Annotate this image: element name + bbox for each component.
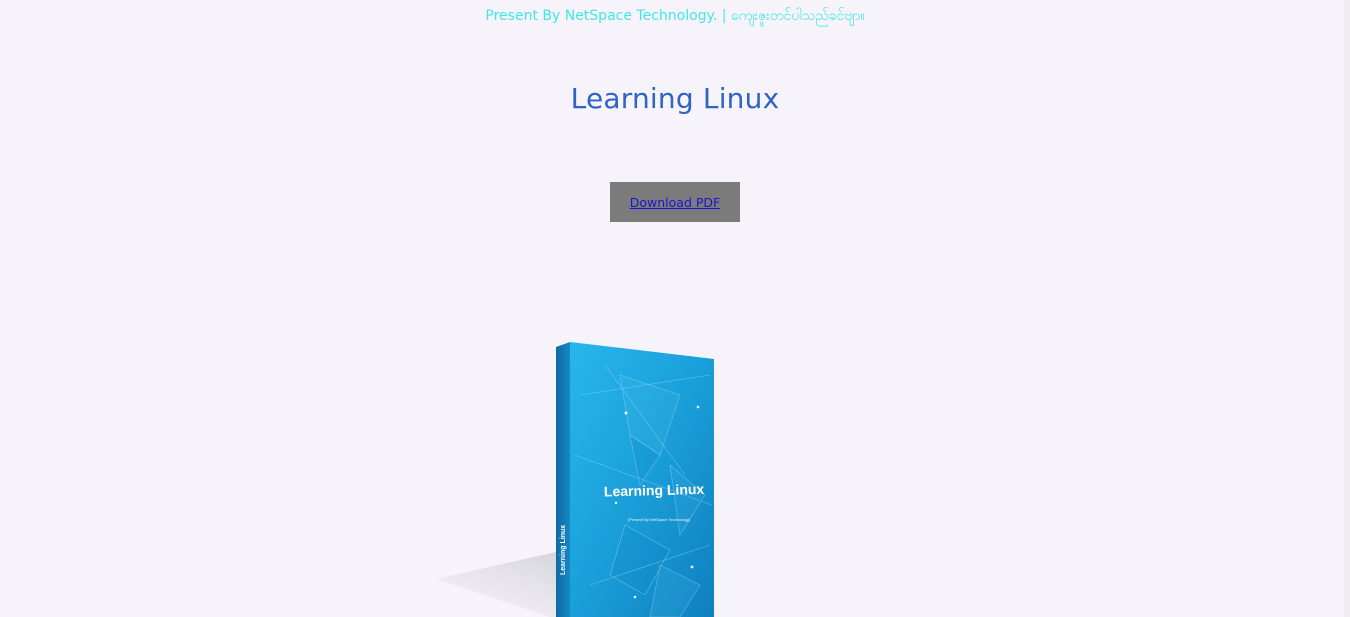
cover-title: Learning Linux — [604, 481, 705, 500]
spine-title: Learning Linux — [560, 525, 567, 575]
download-button[interactable]: Download PDF — [610, 182, 740, 222]
page-title: Learning Linux — [570, 82, 780, 115]
download-pdf-link[interactable]: Download PDF — [630, 195, 720, 210]
cover-subtitle: (Present By NetSpace Technology) — [628, 517, 691, 522]
tagline: Present By NetSpace Technology. | ကျေးဇူ… — [485, 8, 865, 24]
book-cover-image: Learning Linux (Present By NetSpace Tech… — [430, 335, 730, 617]
